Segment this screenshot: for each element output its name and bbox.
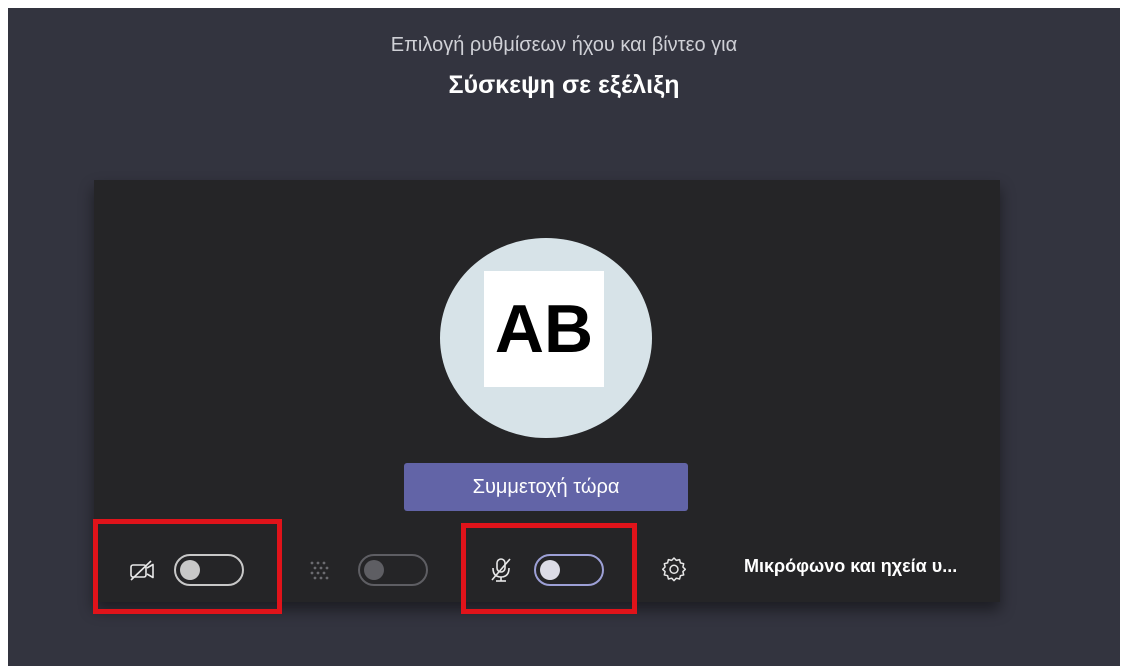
camera-highlight-box (93, 519, 282, 614)
gear-icon[interactable] (660, 555, 688, 583)
background-effects-toggle[interactable] (358, 554, 428, 586)
meeting-title: Σύσκεψη σε εξέλιξη (448, 71, 680, 99)
background-blur-icon (310, 561, 329, 580)
device-settings-label[interactable]: Μικρόφωνο και ηχεία υ... (744, 556, 957, 577)
join-now-button[interactable]: Συμμετοχή τώρα (404, 463, 688, 511)
avatar-initials: AB (484, 271, 604, 387)
subtitle: Επιλογή ρυθμίσεων ήχου και βίντεο για (390, 34, 738, 56)
microphone-highlight-box (461, 523, 637, 614)
background-effects-toggle-knob (364, 560, 384, 580)
